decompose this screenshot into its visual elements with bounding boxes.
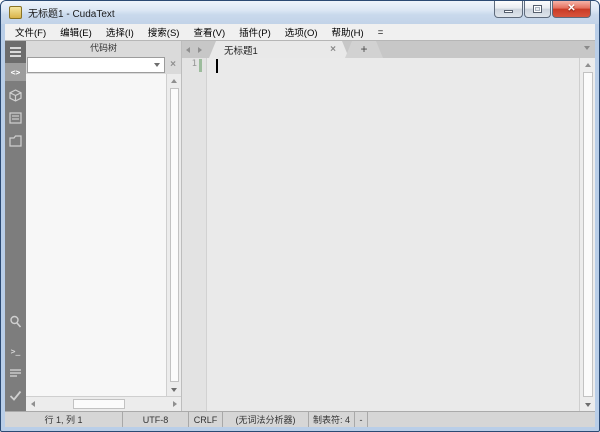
editor-gutter: 1 [182, 58, 207, 411]
code-tree-hscrollbar[interactable] [26, 396, 181, 411]
menu-extra[interactable]: = [371, 26, 391, 39]
line-state-marker [199, 59, 202, 72]
client-area: 文件(F) 编辑(E) 选择(I) 搜索(S) 查看(V) 插件(P) 选项(O… [5, 24, 595, 427]
tabs-list-icon [9, 112, 22, 124]
arrow-down-icon [584, 402, 591, 407]
tabs-scroll-left-button[interactable] [182, 41, 194, 58]
sidebar-item-console[interactable]: >_ [5, 341, 26, 361]
code-tree-view[interactable] [26, 74, 166, 396]
tabs-scroll-right-button[interactable] [194, 41, 206, 58]
scrollbar-thumb[interactable] [582, 72, 593, 397]
code-tree-toolbar: × [26, 56, 181, 74]
arrow-right-icon [198, 46, 202, 53]
sidebar-item-validate[interactable] [5, 385, 26, 405]
scrollbar-thumb[interactable] [73, 399, 125, 409]
close-icon: ✕ [567, 3, 576, 14]
menu-help[interactable]: 帮助(H) [325, 24, 371, 40]
statusbar: 行 1, 列 1 UTF-8 CRLF (无词法分析器) 制表符: 4 - [5, 411, 595, 427]
scroll-up-button[interactable] [580, 58, 595, 71]
tab-untitled1[interactable]: 无标题1 × [209, 41, 349, 58]
sidebar-item-code-tree[interactable]: <> [5, 63, 26, 81]
status-lexer[interactable]: (无词法分析器) [223, 412, 309, 427]
arrow-left-icon [186, 46, 190, 53]
menu-view[interactable]: 查看(V) [186, 24, 232, 40]
window-controls: ✕ [493, 1, 591, 18]
status-encoding[interactable]: UTF-8 [123, 412, 189, 427]
chevron-down-icon [154, 63, 160, 67]
scrollbar-thumb[interactable] [169, 88, 179, 382]
main-area: <> >_ 代码树 × 无标题1 × + 1 [5, 41, 595, 411]
status-line-endings[interactable]: CRLF [189, 412, 223, 427]
code-tree-panel: 代码树 × [26, 41, 182, 411]
chevron-down-icon [584, 46, 590, 50]
editor-region: 无标题1 × + 1 [182, 41, 595, 411]
scroll-left-button[interactable] [26, 397, 39, 411]
menu-options[interactable]: 选项(O) [278, 24, 325, 40]
menu-edit[interactable]: 编辑(E) [53, 24, 99, 40]
project-icon [9, 88, 22, 102]
output-icon [10, 368, 21, 377]
status-filler [368, 412, 595, 427]
menubar: 文件(F) 编辑(E) 选择(I) 搜索(S) 查看(V) 插件(P) 选项(O… [5, 24, 595, 41]
status-insert-mode[interactable]: - [355, 412, 368, 427]
tab-close-icon[interactable]: × [330, 44, 336, 55]
sidebar-item-project[interactable] [5, 85, 26, 105]
editor-text-area[interactable] [207, 58, 579, 411]
scroll-up-button[interactable] [167, 74, 181, 87]
sidebar-menu-button[interactable] [5, 41, 26, 63]
menu-icon [10, 47, 21, 49]
window-title: 无标题1 - CudaText [28, 9, 115, 20]
arrow-right-icon [172, 401, 177, 407]
app-window: 无标题1 - CudaText ✕ 文件(F) 编辑(E) 选择(I) 搜索(S… [0, 0, 600, 432]
text-caret [216, 59, 218, 73]
search-icon [10, 315, 22, 328]
sidebar: <> >_ [5, 41, 26, 411]
minimize-icon [504, 10, 513, 13]
arrow-left-icon [30, 401, 35, 407]
sidebar-item-tabs-list[interactable] [5, 108, 26, 128]
titlebar[interactable]: 无标题1 - CudaText ✕ [1, 1, 599, 24]
code-tree-icon: <> [10, 67, 21, 77]
tab-label: 无标题1 [224, 45, 258, 57]
code-tree-title: 代码树 [26, 41, 181, 56]
new-tab-button[interactable]: + [345, 41, 383, 58]
tab-list-menu-button[interactable] [584, 46, 590, 50]
arrow-down-icon [171, 387, 177, 392]
status-caret-position: 行 1, 列 1 [5, 412, 123, 427]
plus-icon: + [360, 42, 368, 56]
code-tree-vscrollbar[interactable] [166, 74, 181, 396]
menu-plugins[interactable]: 插件(P) [232, 24, 278, 40]
combobox-dropdown-button[interactable] [150, 63, 164, 67]
file-icon [9, 135, 22, 147]
menu-selection[interactable]: 选择(I) [99, 24, 141, 40]
maximize-icon [533, 5, 542, 13]
editor-body: 1 [182, 58, 595, 411]
menu-search[interactable]: 搜索(S) [141, 24, 187, 40]
code-tree-close-button[interactable]: × [165, 56, 181, 74]
scroll-right-button[interactable] [168, 397, 181, 411]
sidebar-item-output[interactable] [5, 363, 26, 383]
code-tree-filter-input[interactable] [28, 59, 150, 71]
status-tab-size[interactable]: 制表符: 4 [309, 412, 355, 427]
code-tree-filter-combobox[interactable] [27, 57, 165, 73]
app-icon [9, 6, 22, 19]
scroll-down-button[interactable] [167, 383, 181, 396]
sidebar-item-search[interactable] [5, 311, 26, 331]
tabbar: 无标题1 × + [182, 41, 595, 58]
arrow-up-icon [584, 62, 591, 67]
editor-vscrollbar[interactable] [579, 58, 595, 411]
close-button[interactable]: ✕ [552, 1, 591, 18]
sidebar-item-file[interactable] [5, 131, 26, 151]
menu-file[interactable]: 文件(F) [8, 24, 53, 40]
maximize-button[interactable] [524, 1, 551, 18]
console-icon: >_ [10, 346, 21, 356]
scroll-down-button[interactable] [580, 398, 595, 411]
arrow-up-icon [171, 78, 177, 83]
code-tree-body [26, 74, 181, 396]
line-number: 1 [191, 59, 197, 69]
validate-icon [9, 390, 22, 401]
minimize-button[interactable] [494, 1, 523, 18]
